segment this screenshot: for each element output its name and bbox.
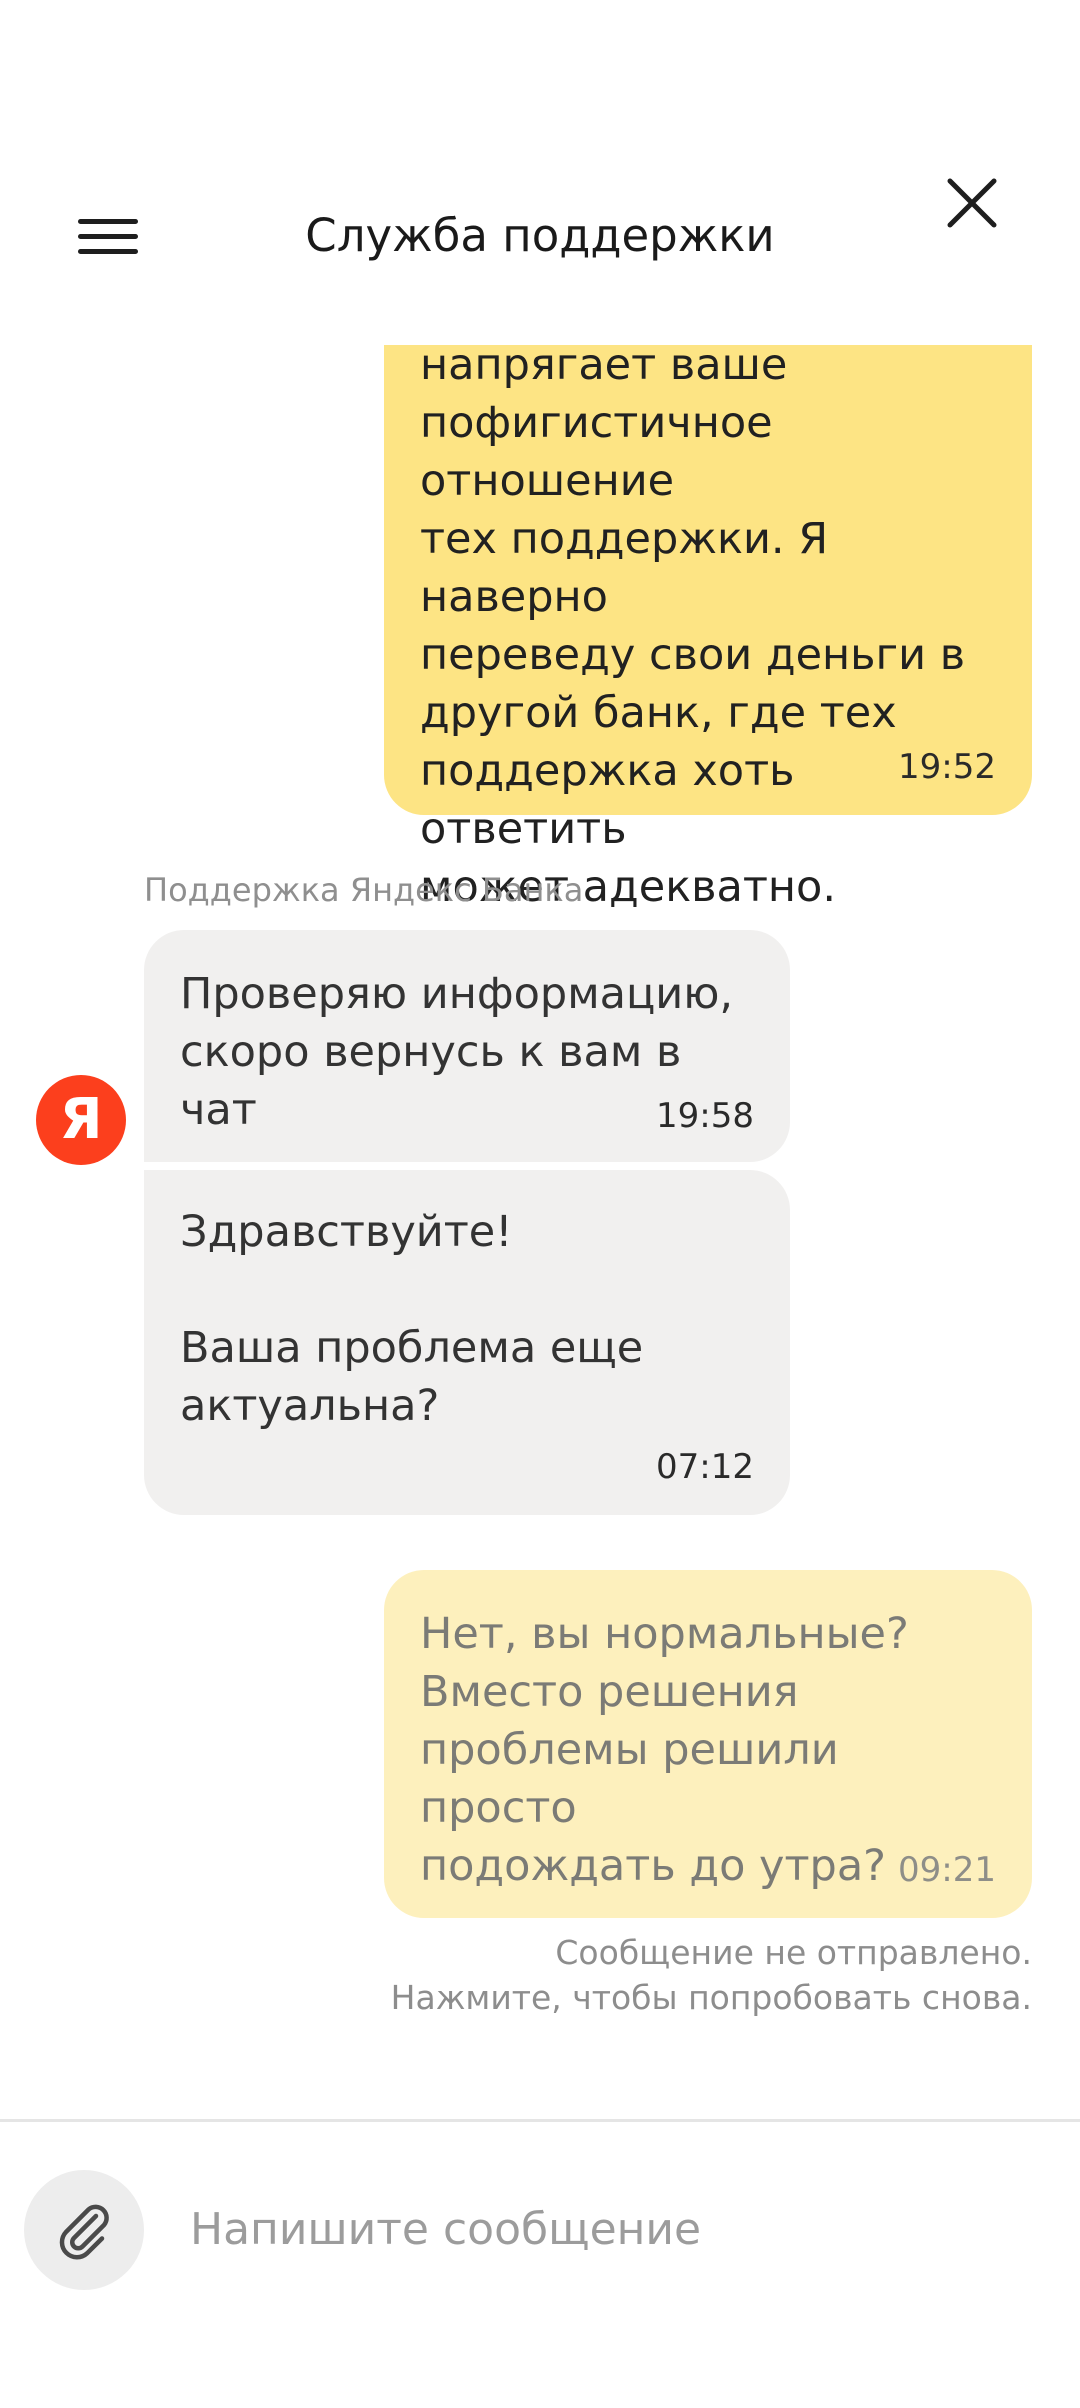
message-input[interactable]	[190, 2195, 1030, 2265]
message-time: 09:21	[898, 1850, 996, 1890]
incoming-message: Здравствуйте! Ваша проблема еще актуальн…	[144, 1170, 790, 1515]
close-icon[interactable]	[944, 175, 1000, 231]
outgoing-message-failed[interactable]: Нет, вы нормальные? Вместо решения пробл…	[384, 1570, 1032, 1918]
avatar-letter: Я	[59, 1087, 103, 1152]
support-avatar: Я	[36, 1075, 126, 1165]
chat-screen: напрягает ваше пофигистичное отношение т…	[0, 0, 1080, 2408]
message-text: напрягает ваше пофигистичное отношение т…	[420, 340, 966, 912]
message-time: 19:52	[898, 747, 996, 787]
app-header: Служба поддержки	[0, 0, 1080, 345]
sender-name: Поддержка Яндекс Банка	[144, 871, 584, 909]
composer-divider	[0, 2119, 1080, 2122]
message-time: 19:58	[656, 1096, 754, 1136]
page-title: Служба поддержки	[305, 209, 775, 262]
incoming-message: Проверяю информацию, скоро вернусь к вам…	[144, 930, 790, 1162]
paperclip-icon	[59, 2204, 109, 2260]
attach-button[interactable]	[24, 2170, 144, 2290]
outgoing-message: напрягает ваше пофигистичное отношение т…	[384, 300, 1032, 912]
retry-send-notice[interactable]: Сообщение не отправлено. Нажмите, чтобы …	[391, 1930, 1032, 2020]
message-time: 07:12	[656, 1447, 754, 1487]
retry-send-text: Сообщение не отправлено. Нажмите, чтобы …	[390, 1933, 1032, 2017]
message-text: Здравствуйте! Ваша проблема еще актуальн…	[180, 1207, 644, 1431]
